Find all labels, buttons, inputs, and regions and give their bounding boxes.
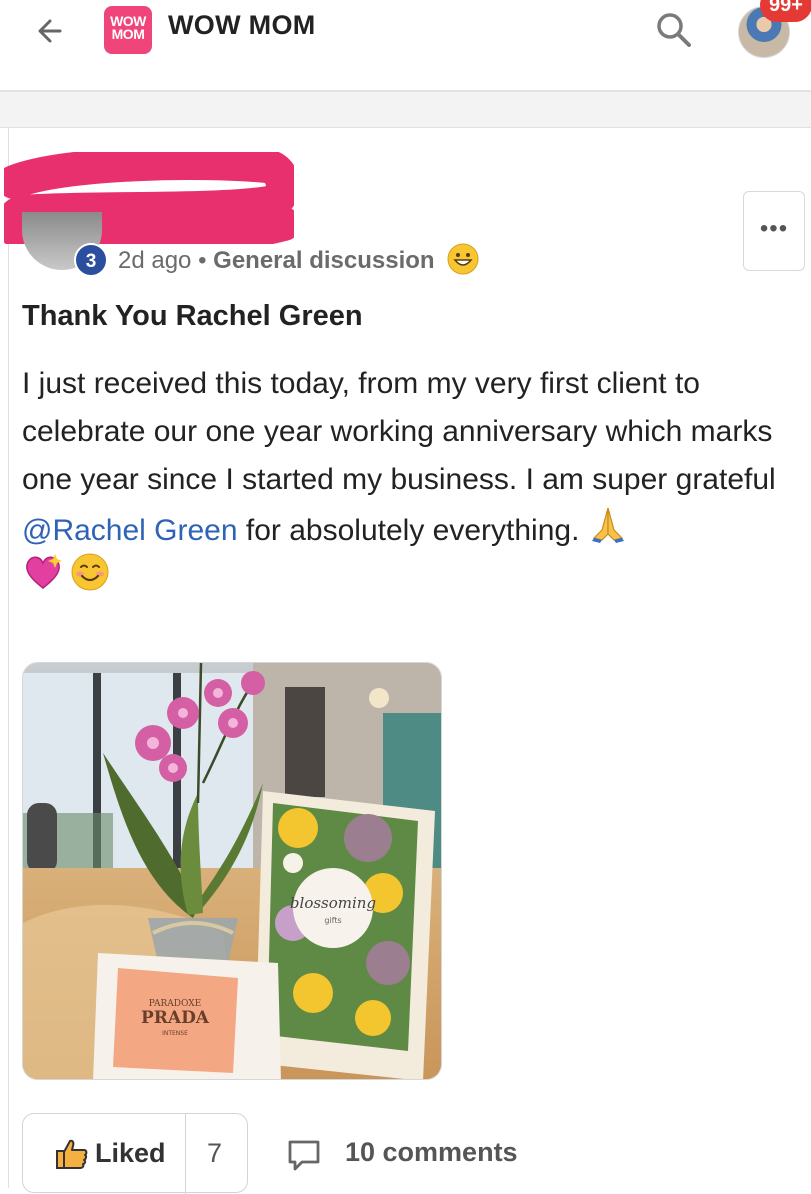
post-photo[interactable]: blossoming gifts PARADOXE PRADA INTENSE [22,662,442,1080]
app-title: WOW MOM [168,10,316,40]
photo-illustration: blossoming gifts PARADOXE PRADA INTENSE [23,663,441,1079]
sparkling-heart-icon [26,554,62,589]
folded-hands-icon [591,507,624,543]
box-sub: INTENSE [162,1030,188,1037]
like-label: Liked [95,1138,166,1168]
meta-separator: • [198,247,207,274]
smiling-face-icon [71,553,109,591]
app-logo[interactable]: WOW MOM [104,6,152,54]
post-emoji-row [22,552,110,592]
card-logo-subtext: gifts [324,916,341,925]
post-title: Thank You Rachel Green [22,300,363,332]
card-logo-text: blossoming [290,894,376,912]
like-button[interactable]: Liked 7 [22,1113,248,1194]
more-options-button[interactable]: ••• [743,191,805,271]
post-body: I just received this today, from my very… [22,360,807,555]
back-arrow-icon[interactable] [30,10,76,52]
comments-link[interactable]: 10 comments [345,1137,518,1168]
section-divider [0,92,811,128]
search-icon[interactable] [652,8,696,52]
app-bar: WOW MOM WOW MOM 99+ [0,0,811,92]
comment-bubble-icon[interactable] [286,1138,322,1172]
post-time: 2d ago [118,247,192,274]
like-divider [185,1114,186,1194]
grinning-face-icon [447,243,479,275]
post-meta: 2d ago • General discussion [118,243,479,275]
like-count[interactable]: 7 [207,1138,222,1169]
user-mention-link[interactable]: @Rachel Green [22,514,238,547]
post-body-text-end: for absolutely everything. [237,514,588,547]
box-brand: PRADA [141,1008,210,1028]
logo-text-line2: MOM [111,26,145,42]
thumbs-up-icon [56,1139,88,1169]
author-rank-badge: 3 [74,243,108,277]
post-body-text: I just received this today, from my very… [22,367,776,496]
post-category-link[interactable]: General discussion [213,247,434,274]
notification-badge[interactable]: 99+ [760,0,811,22]
